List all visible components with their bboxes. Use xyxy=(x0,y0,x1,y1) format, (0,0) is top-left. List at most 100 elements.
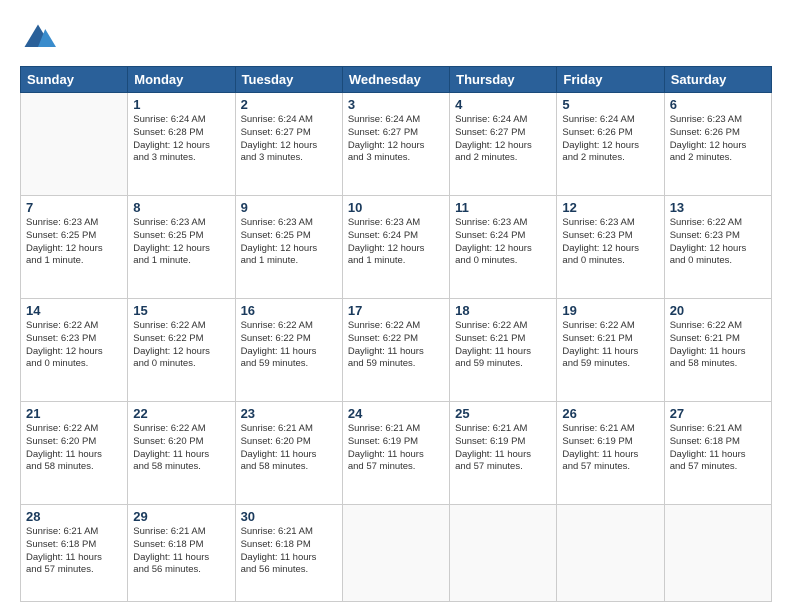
day-info: Sunrise: 6:22 AM Sunset: 6:22 PM Dayligh… xyxy=(241,320,337,371)
day-info: Sunrise: 6:21 AM Sunset: 6:18 PM Dayligh… xyxy=(133,526,229,577)
day-info: Sunrise: 6:23 AM Sunset: 6:25 PM Dayligh… xyxy=(26,217,122,268)
day-info: Sunrise: 6:22 AM Sunset: 6:23 PM Dayligh… xyxy=(670,217,766,268)
calendar-cell: 18Sunrise: 6:22 AM Sunset: 6:21 PM Dayli… xyxy=(450,298,557,401)
day-number: 26 xyxy=(562,406,658,421)
day-number: 16 xyxy=(241,303,337,318)
day-info: Sunrise: 6:21 AM Sunset: 6:19 PM Dayligh… xyxy=(562,423,658,474)
day-info: Sunrise: 6:21 AM Sunset: 6:19 PM Dayligh… xyxy=(455,423,551,474)
day-info: Sunrise: 6:21 AM Sunset: 6:18 PM Dayligh… xyxy=(241,526,337,577)
day-info: Sunrise: 6:24 AM Sunset: 6:26 PM Dayligh… xyxy=(562,114,658,165)
day-info: Sunrise: 6:22 AM Sunset: 6:22 PM Dayligh… xyxy=(133,320,229,371)
calendar-cell: 21 Sunrise: 6:22 AM Sunset: 6:20 PM Dayli… xyxy=(21,401,128,504)
day-info: Sunrise: 6:21 AM Sunset: 6:20 PM Dayligh… xyxy=(241,423,337,474)
day-info: Sunrise: 6:21 AM Sunset: 6:18 PM Dayligh… xyxy=(26,526,122,577)
calendar-cell: 27Sunrise: 6:21 AM Sunset: 6:18 PM Dayli… xyxy=(664,401,771,504)
day-number: 23 xyxy=(241,406,337,421)
day-number: 30 xyxy=(241,509,337,524)
day-number: 20 xyxy=(670,303,766,318)
calendar-cell: 4 Sunrise: 6:24 AM Sunset: 6:27 PM Daylig… xyxy=(450,93,557,196)
week-row-4: 21 Sunrise: 6:22 AM Sunset: 6:20 PM Dayli… xyxy=(21,401,772,504)
calendar-cell: 15Sunrise: 6:22 AM Sunset: 6:22 PM Dayli… xyxy=(128,298,235,401)
calendar-cell: 24 Sunrise: 6:21 AM Sunset: 6:19 PM Dayli… xyxy=(342,401,449,504)
calendar-cell xyxy=(21,93,128,196)
day-number: 25 xyxy=(455,406,551,421)
day-info: Sunrise: 6:24 AM Sunset: 6:28 PM Dayligh… xyxy=(133,114,229,165)
calendar-cell: 30 Sunrise: 6:21 AM Sunset: 6:18 PM Dayli… xyxy=(235,504,342,601)
day-number: 19 xyxy=(562,303,658,318)
calendar-cell: 16 Sunrise: 6:22 AM Sunset: 6:22 PM Dayli… xyxy=(235,298,342,401)
calendar-cell: 11 Sunrise: 6:23 AM Sunset: 6:24 PM Dayli… xyxy=(450,195,557,298)
day-info: Sunrise: 6:23 AM Sunset: 6:24 PM Dayligh… xyxy=(348,217,444,268)
weekday-header-monday: Monday xyxy=(128,67,235,93)
calendar-cell: 2 Sunrise: 6:24 AM Sunset: 6:27 PM Daylig… xyxy=(235,93,342,196)
calendar-cell: 1 Sunrise: 6:24 AM Sunset: 6:28 PM Daylig… xyxy=(128,93,235,196)
day-info: Sunrise: 6:22 AM Sunset: 6:21 PM Dayligh… xyxy=(670,320,766,371)
day-number: 2 xyxy=(241,97,337,112)
calendar-cell: 29 Sunrise: 6:21 AM Sunset: 6:18 PM Dayli… xyxy=(128,504,235,601)
day-number: 9 xyxy=(241,200,337,215)
week-row-3: 14 Sunrise: 6:22 AM Sunset: 6:23 PM Dayli… xyxy=(21,298,772,401)
calendar-cell: 14 Sunrise: 6:22 AM Sunset: 6:23 PM Dayli… xyxy=(21,298,128,401)
day-number: 28 xyxy=(26,509,122,524)
day-number: 14 xyxy=(26,303,122,318)
day-info: Sunrise: 6:24 AM Sunset: 6:27 PM Dayligh… xyxy=(348,114,444,165)
day-info: Sunrise: 6:23 AM Sunset: 6:25 PM Dayligh… xyxy=(241,217,337,268)
day-number: 13 xyxy=(670,200,766,215)
day-info: Sunrise: 6:22 AM Sunset: 6:20 PM Dayligh… xyxy=(26,423,122,474)
calendar-cell: 26 Sunrise: 6:21 AM Sunset: 6:19 PM Dayli… xyxy=(557,401,664,504)
day-number: 24 xyxy=(348,406,444,421)
calendar-cell: 5 Sunrise: 6:24 AM Sunset: 6:26 PM Daylig… xyxy=(557,93,664,196)
calendar-cell: 19 Sunrise: 6:22 AM Sunset: 6:21 PM Dayli… xyxy=(557,298,664,401)
calendar-cell: 10 Sunrise: 6:23 AM Sunset: 6:24 PM Dayli… xyxy=(342,195,449,298)
day-number: 10 xyxy=(348,200,444,215)
day-number: 18 xyxy=(455,303,551,318)
header xyxy=(20,20,772,56)
calendar-cell xyxy=(664,504,771,601)
day-info: Sunrise: 6:23 AM Sunset: 6:23 PM Dayligh… xyxy=(562,217,658,268)
day-info: Sunrise: 6:23 AM Sunset: 6:25 PM Dayligh… xyxy=(133,217,229,268)
day-number: 27 xyxy=(670,406,766,421)
calendar-cell: 25 Sunrise: 6:21 AM Sunset: 6:19 PM Dayli… xyxy=(450,401,557,504)
day-info: Sunrise: 6:23 AM Sunset: 6:26 PM Dayligh… xyxy=(670,114,766,165)
weekday-header-wednesday: Wednesday xyxy=(342,67,449,93)
calendar-cell: 17 Sunrise: 6:22 AM Sunset: 6:22 PM Dayli… xyxy=(342,298,449,401)
day-number: 17 xyxy=(348,303,444,318)
day-info: Sunrise: 6:22 AM Sunset: 6:22 PM Dayligh… xyxy=(348,320,444,371)
day-number: 4 xyxy=(455,97,551,112)
weekday-header-sunday: Sunday xyxy=(21,67,128,93)
logo xyxy=(20,20,60,56)
calendar-cell xyxy=(557,504,664,601)
day-info: Sunrise: 6:22 AM Sunset: 6:23 PM Dayligh… xyxy=(26,320,122,371)
day-number: 1 xyxy=(133,97,229,112)
calendar-cell: 23 Sunrise: 6:21 AM Sunset: 6:20 PM Dayli… xyxy=(235,401,342,504)
calendar-cell: 28 Sunrise: 6:21 AM Sunset: 6:18 PM Dayli… xyxy=(21,504,128,601)
calendar-cell: 20 Sunrise: 6:22 AM Sunset: 6:21 PM Dayli… xyxy=(664,298,771,401)
day-number: 6 xyxy=(670,97,766,112)
day-info: Sunrise: 6:21 AM Sunset: 6:19 PM Dayligh… xyxy=(348,423,444,474)
day-number: 21 xyxy=(26,406,122,421)
week-row-1: 1 Sunrise: 6:24 AM Sunset: 6:28 PM Daylig… xyxy=(21,93,772,196)
day-number: 8 xyxy=(133,200,229,215)
day-info: Sunrise: 6:22 AM Sunset: 6:21 PM Dayligh… xyxy=(562,320,658,371)
weekday-header-row: SundayMondayTuesdayWednesdayThursdayFrid… xyxy=(21,67,772,93)
day-info: Sunrise: 6:24 AM Sunset: 6:27 PM Dayligh… xyxy=(241,114,337,165)
logo-icon xyxy=(20,20,56,56)
weekday-header-saturday: Saturday xyxy=(664,67,771,93)
day-number: 11 xyxy=(455,200,551,215)
day-info: Sunrise: 6:23 AM Sunset: 6:24 PM Dayligh… xyxy=(455,217,551,268)
day-number: 29 xyxy=(133,509,229,524)
day-info: Sunrise: 6:24 AM Sunset: 6:27 PM Dayligh… xyxy=(455,114,551,165)
calendar-cell: 9 Sunrise: 6:23 AM Sunset: 6:25 PM Daylig… xyxy=(235,195,342,298)
day-number: 5 xyxy=(562,97,658,112)
day-info: Sunrise: 6:22 AM Sunset: 6:20 PM Dayligh… xyxy=(133,423,229,474)
day-number: 7 xyxy=(26,200,122,215)
week-row-5: 28 Sunrise: 6:21 AM Sunset: 6:18 PM Dayli… xyxy=(21,504,772,601)
weekday-header-tuesday: Tuesday xyxy=(235,67,342,93)
calendar-cell: 8 Sunrise: 6:23 AM Sunset: 6:25 PM Daylig… xyxy=(128,195,235,298)
weekday-header-thursday: Thursday xyxy=(450,67,557,93)
day-number: 22 xyxy=(133,406,229,421)
calendar-cell: 13 Sunrise: 6:22 AM Sunset: 6:23 PM Dayli… xyxy=(664,195,771,298)
day-number: 3 xyxy=(348,97,444,112)
calendar-cell: 12 Sunrise: 6:23 AM Sunset: 6:23 PM Dayli… xyxy=(557,195,664,298)
day-number: 12 xyxy=(562,200,658,215)
